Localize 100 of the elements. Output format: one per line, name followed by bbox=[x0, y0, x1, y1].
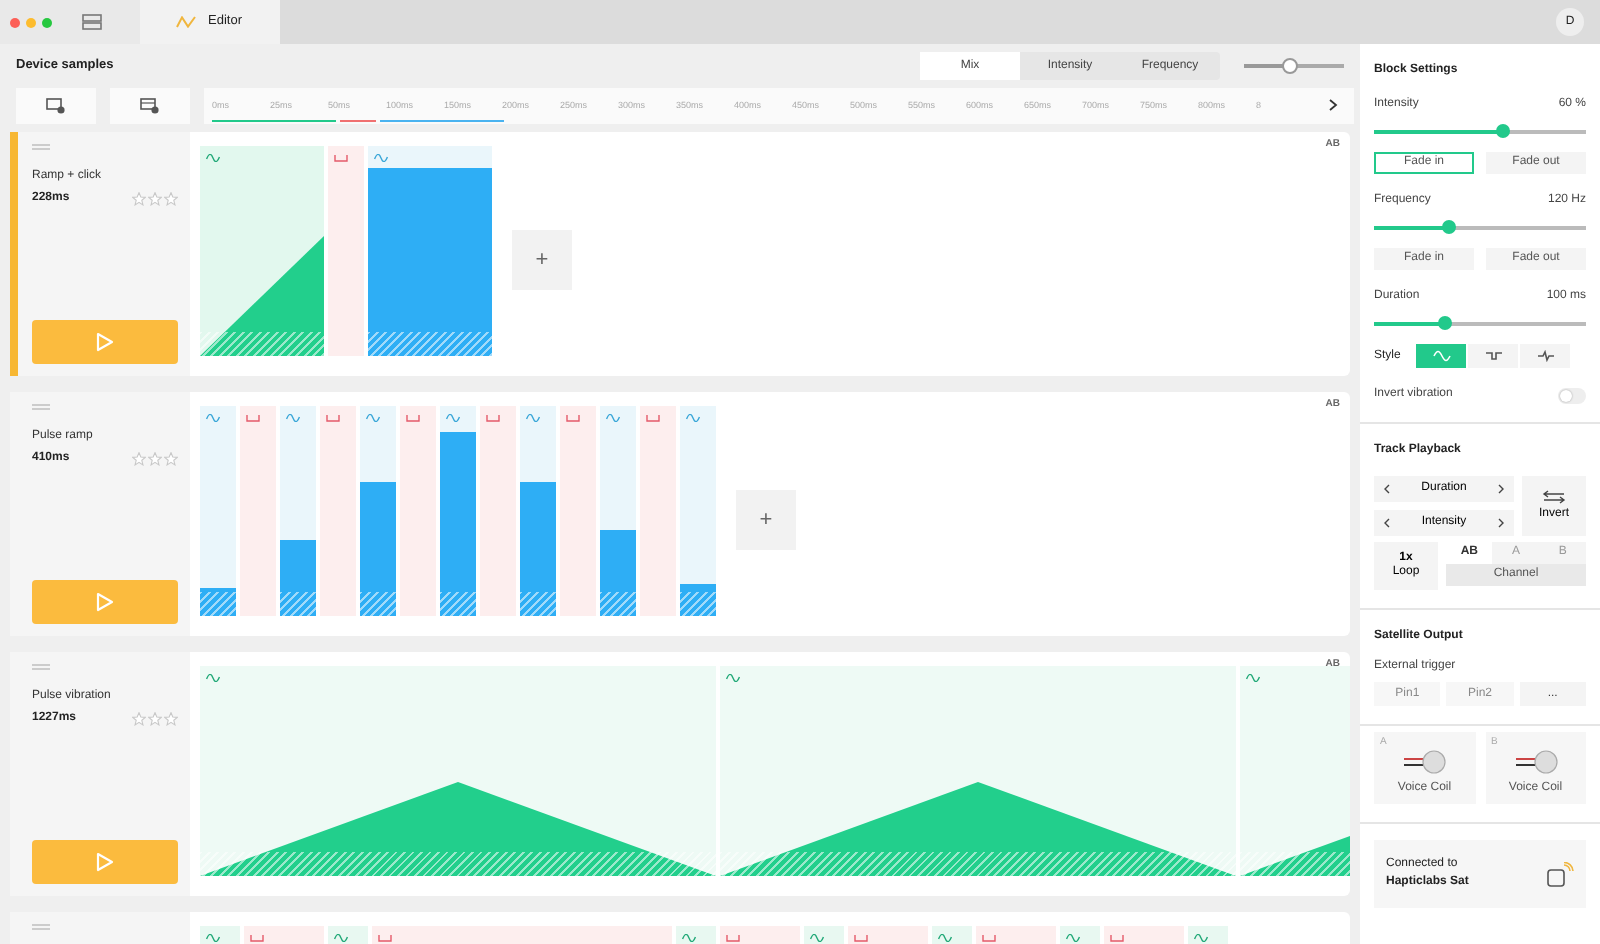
click-icon bbox=[378, 934, 392, 942]
rating-stars[interactable] bbox=[132, 191, 178, 205]
star-icon[interactable] bbox=[148, 451, 162, 465]
play-icon bbox=[96, 592, 114, 612]
wave-icon bbox=[938, 934, 952, 942]
maximize-dot[interactable] bbox=[42, 17, 52, 27]
hatched-strip bbox=[280, 592, 316, 616]
chevron-left-icon[interactable] bbox=[1384, 518, 1390, 528]
star-icon[interactable] bbox=[164, 451, 178, 465]
play-button[interactable] bbox=[32, 840, 178, 884]
chevron-right-icon[interactable] bbox=[1498, 484, 1504, 494]
minimize-dot[interactable] bbox=[26, 17, 36, 27]
add-block-button[interactable]: + bbox=[736, 490, 796, 550]
effect-block[interactable] bbox=[400, 406, 436, 616]
wave-icon bbox=[1246, 674, 1260, 682]
wireless-device-icon bbox=[1546, 861, 1574, 887]
swap-arrows-icon bbox=[1542, 489, 1566, 503]
effect-block[interactable] bbox=[320, 406, 356, 616]
wave-style-button[interactable] bbox=[1468, 344, 1519, 368]
drag-handle-icon[interactable] bbox=[32, 404, 50, 410]
play-icon bbox=[96, 852, 114, 872]
rating-stars[interactable] bbox=[132, 711, 178, 725]
effect-block[interactable] bbox=[328, 146, 364, 356]
effect-block[interactable] bbox=[360, 406, 396, 616]
star-icon[interactable] bbox=[132, 711, 146, 725]
close-dot[interactable] bbox=[10, 17, 20, 27]
effect-block[interactable] bbox=[520, 406, 556, 616]
play-button[interactable] bbox=[32, 580, 178, 624]
effect-block[interactable] bbox=[280, 406, 316, 616]
wave-icon bbox=[366, 414, 380, 422]
window-icon bbox=[140, 98, 160, 114]
star-icon[interactable] bbox=[148, 191, 162, 205]
square-wave-icon bbox=[1483, 350, 1504, 362]
wave-icon bbox=[206, 414, 220, 422]
wave-icon bbox=[810, 934, 824, 942]
wave-icon bbox=[206, 154, 220, 162]
click-icon bbox=[726, 934, 740, 942]
wave-icon bbox=[446, 414, 460, 422]
effect-block[interactable] bbox=[200, 406, 236, 616]
star-icon[interactable] bbox=[164, 711, 178, 725]
star-icon[interactable] bbox=[132, 451, 146, 465]
wave-icon bbox=[726, 674, 740, 682]
sidebar-icon[interactable] bbox=[82, 14, 102, 30]
wave-icon bbox=[334, 934, 348, 942]
hatched-strip bbox=[520, 592, 556, 616]
click-icon bbox=[246, 414, 260, 422]
wave-style-button[interactable] bbox=[1520, 344, 1571, 368]
effect-block[interactable] bbox=[680, 406, 716, 616]
click-icon bbox=[486, 414, 500, 422]
hatched-strip bbox=[600, 592, 636, 616]
click-icon bbox=[566, 414, 580, 422]
effect-block[interactable] bbox=[600, 406, 636, 616]
click-icon bbox=[406, 414, 420, 422]
drag-handle-icon[interactable] bbox=[32, 664, 50, 670]
logo-icon bbox=[176, 16, 196, 28]
device-button[interactable] bbox=[16, 88, 96, 124]
wave-icon bbox=[1066, 934, 1080, 942]
click-icon bbox=[250, 934, 264, 942]
toggle-switch[interactable] bbox=[1558, 387, 1586, 403]
effect-block[interactable] bbox=[640, 406, 676, 616]
effect-block[interactable] bbox=[200, 146, 324, 356]
wave-icon bbox=[606, 414, 620, 422]
hatched-strip bbox=[200, 332, 324, 356]
star-icon[interactable] bbox=[132, 191, 146, 205]
wave-icon bbox=[286, 414, 300, 422]
chevron-left-icon[interactable] bbox=[1384, 484, 1390, 494]
chevron-right-icon[interactable] bbox=[1497, 518, 1504, 528]
effect-block[interactable] bbox=[480, 406, 516, 616]
wave-icon bbox=[206, 674, 220, 682]
add-block-button[interactable]: + bbox=[512, 230, 572, 290]
click-icon bbox=[326, 414, 340, 422]
effect-block[interactable] bbox=[200, 666, 716, 876]
effect-block[interactable] bbox=[240, 406, 276, 616]
device-settings-button[interactable] bbox=[110, 88, 190, 124]
play-icon bbox=[96, 332, 114, 352]
hatched-strip bbox=[368, 332, 492, 356]
effect-block[interactable] bbox=[560, 406, 596, 616]
drag-handle-icon[interactable] bbox=[32, 144, 50, 150]
drag-handle-icon[interactable] bbox=[32, 924, 50, 930]
hatched-strip bbox=[680, 592, 716, 616]
wave-icon bbox=[682, 934, 696, 942]
wave-icon bbox=[1194, 934, 1208, 942]
star-icon[interactable] bbox=[148, 711, 162, 725]
star-icon[interactable] bbox=[164, 191, 178, 205]
sine-wave-icon bbox=[1431, 350, 1452, 362]
click-icon bbox=[646, 414, 660, 422]
wave-icon bbox=[374, 154, 388, 162]
click-icon bbox=[334, 154, 348, 162]
voice-coil-icon bbox=[1402, 750, 1447, 774]
chevron-right-icon[interactable] bbox=[1328, 98, 1338, 112]
voice-coil-icon bbox=[1513, 750, 1558, 774]
wave-style-button[interactable] bbox=[1416, 344, 1467, 368]
click-icon bbox=[1110, 934, 1124, 942]
wave-icon bbox=[686, 414, 700, 422]
click-icon bbox=[854, 934, 868, 942]
effect-block[interactable] bbox=[720, 666, 1236, 876]
rating-stars[interactable] bbox=[132, 451, 178, 465]
hatched-strip bbox=[440, 592, 476, 616]
play-button[interactable] bbox=[32, 320, 178, 364]
wave-icon bbox=[526, 414, 540, 422]
